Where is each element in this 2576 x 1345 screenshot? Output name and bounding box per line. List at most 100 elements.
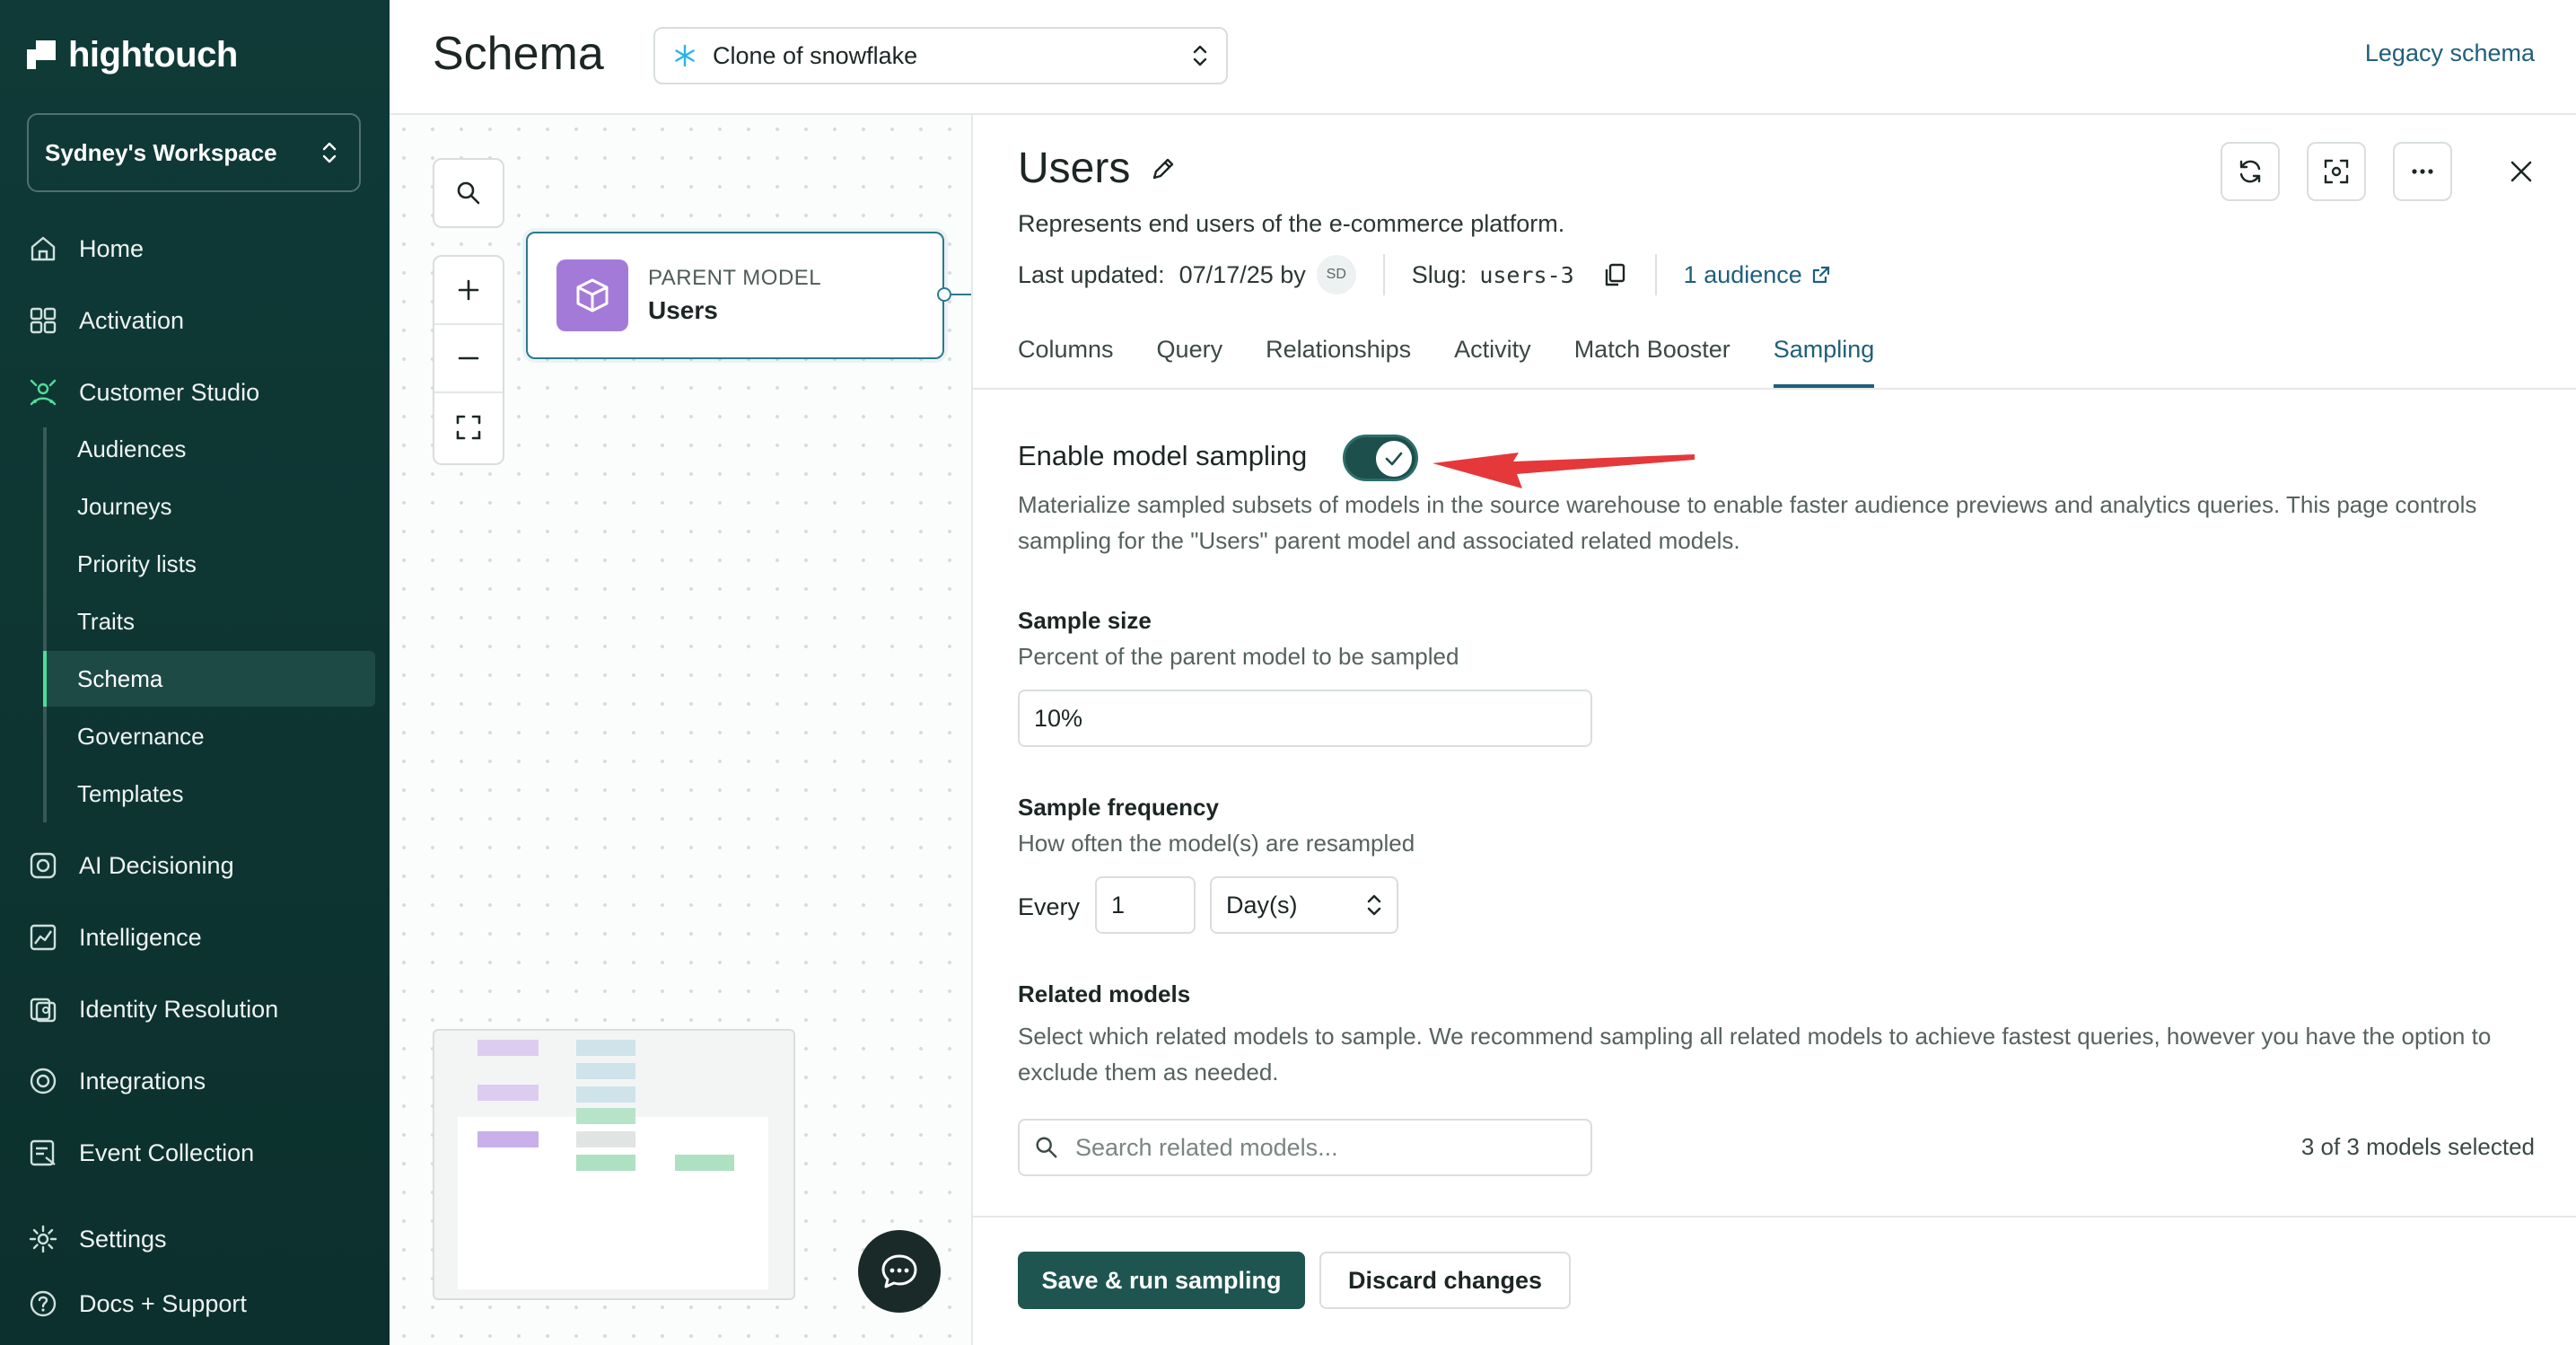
focus-button[interactable] bbox=[2307, 142, 2366, 201]
sample-frequency-label: Sample frequency bbox=[1018, 794, 1219, 821]
sample-size-input[interactable]: 10% bbox=[1018, 690, 1592, 747]
minimap[interactable] bbox=[433, 1029, 795, 1300]
tab-query[interactable]: Query bbox=[1157, 323, 1223, 388]
sidebar-item-activation[interactable]: Activation bbox=[27, 294, 184, 347]
plus-icon bbox=[458, 279, 479, 301]
tabs-divider bbox=[973, 388, 2576, 390]
footer-divider bbox=[973, 1216, 2576, 1218]
subitem-label: Schema bbox=[77, 664, 163, 692]
event-icon bbox=[27, 1137, 59, 1169]
more-options-button[interactable] bbox=[2393, 142, 2452, 201]
workspace-selector[interactable]: Sydney's Workspace bbox=[27, 113, 361, 192]
logo-text: hightouch bbox=[68, 34, 238, 75]
save-run-sampling-button[interactable]: Save & run sampling bbox=[1018, 1252, 1305, 1309]
subitem-label: Priority lists bbox=[77, 549, 197, 577]
every-label: Every bbox=[1018, 892, 1081, 920]
minimap-node bbox=[478, 1040, 539, 1056]
minimap-node bbox=[478, 1085, 539, 1101]
focus-icon bbox=[2324, 159, 2349, 184]
sidebar-item-intelligence[interactable]: Intelligence bbox=[27, 910, 202, 964]
canvas-search-button[interactable] bbox=[433, 158, 504, 228]
tab-match-booster[interactable]: Match Booster bbox=[1574, 323, 1730, 388]
logo-mark-icon bbox=[27, 40, 56, 69]
home-icon bbox=[27, 233, 59, 265]
chevron-updown-icon bbox=[1367, 894, 1381, 916]
minimap-node bbox=[576, 1155, 635, 1171]
zoom-in-button[interactable] bbox=[434, 257, 503, 325]
legacy-schema-link[interactable]: Legacy schema bbox=[2365, 40, 2535, 67]
subitem-label: Templates bbox=[77, 779, 184, 807]
refresh-button[interactable] bbox=[2221, 142, 2280, 201]
chat-bubble-icon bbox=[881, 1254, 917, 1288]
minus-icon bbox=[458, 356, 479, 360]
related-models-search[interactable]: Search related models... bbox=[1018, 1119, 1592, 1176]
sidebar-item-customer-studio[interactable]: Customer Studio bbox=[27, 365, 259, 419]
close-icon bbox=[2510, 161, 2532, 182]
hightouch-logo[interactable]: hightouch bbox=[27, 32, 238, 77]
tab-columns[interactable]: Columns bbox=[1018, 323, 1114, 388]
enable-sampling-toggle[interactable] bbox=[1343, 435, 1418, 481]
sidebar-subitem-schema[interactable]: Schema bbox=[43, 651, 375, 707]
related-models-help: Select which related models to sample. W… bbox=[1018, 1023, 2492, 1086]
close-panel-button[interactable] bbox=[2502, 153, 2540, 190]
sidebar-subitem-priority-lists[interactable]: Priority lists bbox=[43, 536, 375, 592]
frequency-unit-select[interactable]: Day(s) bbox=[1210, 876, 1398, 934]
chevron-updown-icon bbox=[322, 142, 337, 163]
fit-view-icon bbox=[456, 415, 481, 440]
sidebar: hightouch Sydney's Workspace Home Activa… bbox=[0, 0, 390, 1345]
model-edge bbox=[951, 294, 971, 295]
meta-divider bbox=[1654, 254, 1657, 295]
sample-size-value: 10% bbox=[1034, 704, 1083, 732]
sidebar-subitem-templates[interactable]: Templates bbox=[43, 766, 375, 822]
sampling-description: Materialize sampled subsets of models in… bbox=[1018, 491, 2477, 554]
sidebar-item-identity-resolution[interactable]: Identity Resolution bbox=[27, 982, 278, 1036]
toggle-knob bbox=[1376, 441, 1412, 477]
copy-icon[interactable] bbox=[1601, 261, 1628, 288]
sidebar-subitem-audiences[interactable]: Audiences bbox=[43, 421, 375, 477]
slug-value: users-3 bbox=[1479, 261, 1574, 288]
subitem-label: Governance bbox=[77, 722, 205, 750]
sidebar-item-label: Home bbox=[79, 234, 145, 262]
frequency-number-input[interactable]: 1 bbox=[1095, 876, 1196, 934]
sidebar-item-event-collection[interactable]: Event Collection bbox=[27, 1126, 254, 1180]
discard-changes-button[interactable]: Discard changes bbox=[1319, 1252, 1571, 1309]
slug-label: Slug: bbox=[1411, 260, 1468, 288]
sidebar-item-docs-support[interactable]: Docs + Support bbox=[27, 1277, 247, 1331]
fit-view-button[interactable] bbox=[434, 393, 503, 462]
sidebar-item-label: Activation bbox=[79, 306, 185, 334]
parent-model-card[interactable]: PARENT MODEL Users bbox=[526, 232, 944, 359]
ellipsis-icon bbox=[2412, 169, 2433, 174]
schema-canvas[interactable]: PARENT MODEL Users bbox=[390, 115, 971, 1345]
sidebar-subitem-journeys[interactable]: Journeys bbox=[43, 479, 375, 534]
help-icon bbox=[27, 1288, 59, 1320]
last-updated-value: 07/17/25 by bbox=[1178, 260, 1306, 288]
sidebar-item-label: Event Collection bbox=[79, 1138, 255, 1166]
tab-sampling[interactable]: Sampling bbox=[1773, 323, 1874, 388]
audience-link[interactable]: 1 audience bbox=[1684, 261, 1831, 289]
model-connection-handle[interactable] bbox=[937, 287, 951, 302]
minimap-node bbox=[576, 1063, 635, 1079]
sidebar-item-label: Docs + Support bbox=[79, 1289, 247, 1317]
sidebar-item-settings[interactable]: Settings bbox=[27, 1212, 167, 1266]
panel-tabs: Columns Query Relationships Activity Mat… bbox=[1018, 323, 2576, 388]
tab-relationships[interactable]: Relationships bbox=[1266, 323, 1411, 388]
grid-icon bbox=[27, 304, 59, 337]
source-select[interactable]: Clone of snowflake bbox=[653, 27, 1228, 84]
sidebar-item-home[interactable]: Home bbox=[27, 222, 144, 276]
frequency-number-value: 1 bbox=[1111, 891, 1126, 919]
sidebar-item-integrations[interactable]: Integrations bbox=[27, 1054, 206, 1108]
sidebar-subitem-traits[interactable]: Traits bbox=[43, 593, 375, 649]
selected-count: 3 of 3 models selected bbox=[2300, 1133, 2535, 1160]
sidebar-item-label: Intelligence bbox=[79, 923, 202, 951]
model-name: Users bbox=[648, 296, 718, 324]
minimap-node bbox=[675, 1155, 734, 1171]
tab-activity[interactable]: Activity bbox=[1454, 323, 1531, 388]
sidebar-item-ai-decisioning[interactable]: AI Decisioning bbox=[27, 839, 234, 892]
edit-pencil-icon[interactable] bbox=[1150, 155, 1177, 182]
sidebar-subitem-governance[interactable]: Governance bbox=[43, 708, 375, 764]
sidebar-item-label: Identity Resolution bbox=[79, 995, 279, 1023]
zoom-out-button[interactable] bbox=[434, 325, 503, 393]
chat-button[interactable] bbox=[858, 1230, 941, 1313]
users-network-icon bbox=[27, 376, 59, 409]
subitem-label: Journeys bbox=[77, 492, 172, 520]
